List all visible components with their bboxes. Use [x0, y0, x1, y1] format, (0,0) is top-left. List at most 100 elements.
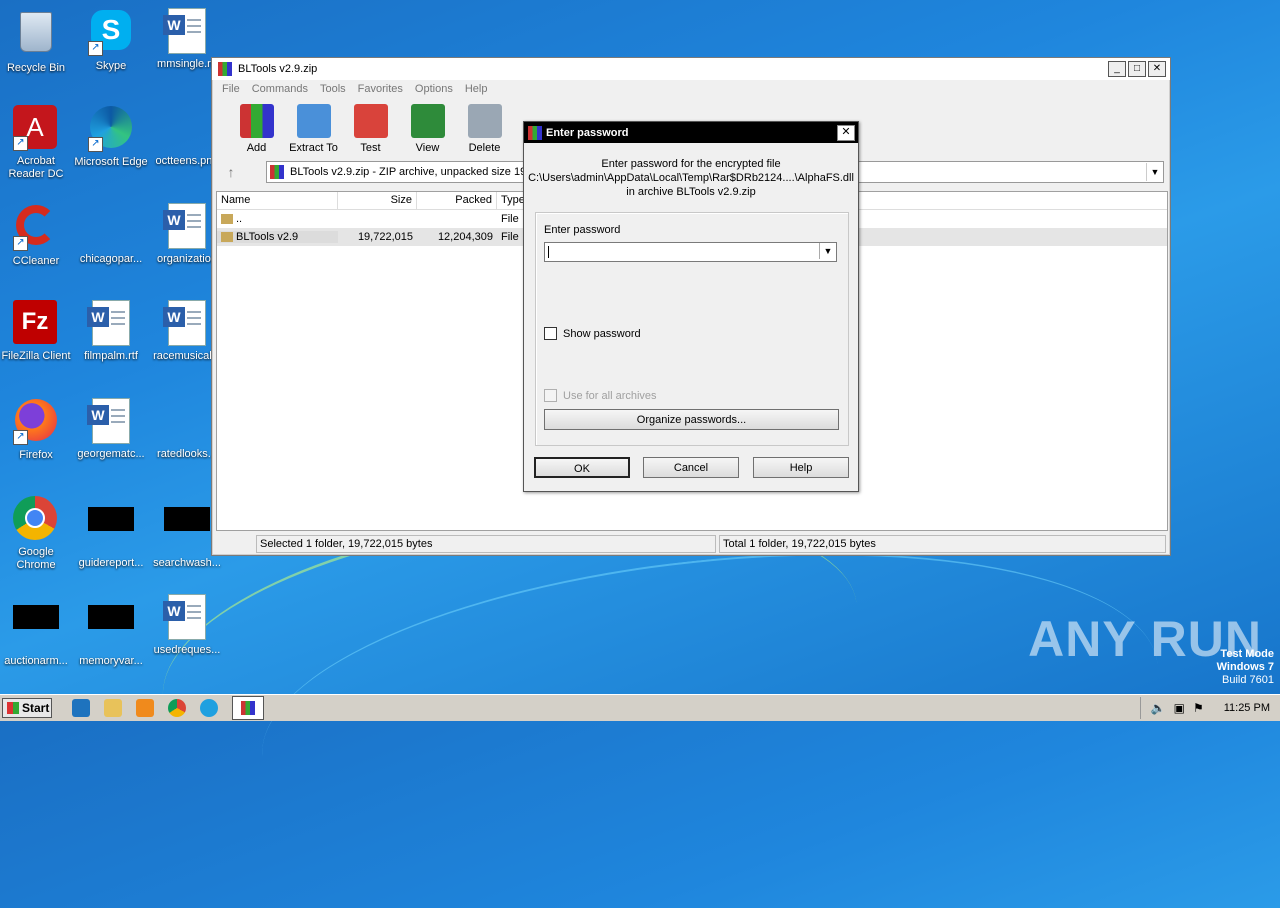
password-info: Enter password for the encrypted file C:…	[528, 158, 854, 198]
desktop-icon-memoryvar[interactable]: memoryvar...	[73, 594, 149, 668]
word-document-icon: W	[163, 203, 210, 249]
system-tray: 🔈 ▣ ⚑ 11:25 PM	[1139, 697, 1280, 719]
edge-icon: ↗	[88, 106, 134, 152]
password-input[interactable]: ▼	[544, 242, 837, 262]
up-arrow-icon[interactable]: ↑	[220, 164, 242, 180]
media-player-icon[interactable]	[136, 699, 154, 717]
edge-icon[interactable]	[200, 699, 218, 717]
enter-password-dialog: Enter password ✕ Enter password for the …	[523, 121, 859, 492]
help-button[interactable]: Help	[753, 457, 849, 478]
ok-button[interactable]: OK	[534, 457, 630, 478]
dialog-titlebar[interactable]: Enter password ✕	[524, 122, 858, 143]
delete-button[interactable]: Delete	[456, 104, 513, 158]
extract-to-button[interactable]: Extract To	[285, 104, 342, 158]
window-titlebar[interactable]: BLTools v2.9.zip _ □ ✕	[212, 58, 1170, 80]
desktop-icon-usedreques[interactable]: W usedreques...	[149, 594, 225, 657]
book-icon	[410, 104, 445, 138]
winrar-icon	[528, 125, 542, 140]
folder-icon	[221, 232, 233, 243]
desktop-icon-georgematc[interactable]: W georgematc...	[73, 398, 149, 461]
windows-logo-icon	[7, 702, 19, 714]
chevron-down-icon[interactable]: ▼	[1146, 163, 1163, 181]
desktop-icon-ccleaner[interactable]: ↗ CCleaner	[0, 203, 74, 268]
show-password-checkbox[interactable]: Show password	[544, 327, 641, 340]
menu-commands[interactable]: Commands	[252, 83, 308, 95]
window-title: BLTools v2.9.zip	[238, 63, 318, 75]
desktop-icon-filmpalm[interactable]: W filmpalm.rtf	[73, 300, 149, 363]
desktop-icon-guidereport[interactable]: guidereport...	[73, 496, 149, 570]
close-button[interactable]: ✕	[1148, 61, 1166, 77]
trash-icon	[467, 104, 502, 138]
winrar-icon	[241, 701, 255, 715]
start-button[interactable]: Start	[2, 698, 52, 718]
desktop-icon-chrome[interactable]: Google Chrome	[0, 496, 74, 572]
use-for-all-archives-checkbox: Use for all archives	[544, 389, 657, 402]
text-caret	[548, 246, 549, 258]
add-button[interactable]: Add	[228, 104, 285, 158]
chevron-down-icon[interactable]: ▼	[819, 243, 836, 259]
word-document-icon: W	[163, 594, 210, 640]
minimize-button[interactable]: _	[1108, 61, 1126, 77]
desktop-icon-chicagopar[interactable]: chicagopar...	[73, 203, 149, 266]
filezilla-icon: Fz	[13, 300, 59, 346]
file-icon	[164, 398, 210, 444]
desktop-icon-recycle-bin[interactable]: Recycle Bin	[0, 8, 74, 75]
file-icon	[88, 203, 134, 249]
file-icon	[164, 507, 210, 553]
menu-options[interactable]: Options	[415, 83, 453, 95]
desktop-icon-auctionarm[interactable]: auctionarm...	[0, 594, 74, 668]
network-icon[interactable]: ▣	[1174, 701, 1185, 715]
menu-tools[interactable]: Tools	[320, 83, 346, 95]
maximize-button[interactable]: □	[1128, 61, 1146, 77]
view-button[interactable]: View	[399, 104, 456, 158]
chrome-icon	[13, 496, 59, 542]
menu-favorites[interactable]: Favorites	[358, 83, 403, 95]
desktop-icon-edge[interactable]: ↗ Microsoft Edge	[73, 105, 149, 169]
clock[interactable]: 11:25 PM	[1224, 702, 1270, 714]
column-packed[interactable]: Packed	[417, 192, 497, 209]
file-icon	[13, 605, 59, 651]
status-selected: Selected 1 folder, 19,722,015 bytes	[256, 535, 716, 553]
desktop-icon-filezilla[interactable]: Fz FileZilla Client	[0, 300, 74, 363]
dialog-close-button[interactable]: ✕	[837, 124, 855, 141]
cancel-button[interactable]: Cancel	[643, 457, 739, 478]
test-mode-notice: Test Mode Windows 7 Build 7601	[1216, 648, 1274, 686]
add-archive-icon	[239, 104, 274, 138]
recycle-bin-icon	[13, 12, 59, 58]
test-button[interactable]: Test	[342, 104, 399, 158]
organize-passwords-button[interactable]: Organize passwords...	[544, 409, 839, 430]
clipboard-check-icon	[353, 104, 388, 138]
acrobat-icon: A ↗	[13, 105, 59, 151]
desktop-icon-skype[interactable]: S ↗ Skype	[73, 8, 149, 73]
menu-file[interactable]: File	[222, 83, 240, 95]
column-size[interactable]: Size	[338, 192, 417, 209]
password-group: Enter password ▼ Show password Use for a…	[535, 212, 849, 446]
skype-icon: S ↗	[88, 10, 134, 56]
flag-icon[interactable]: ⚑	[1193, 701, 1204, 715]
word-document-icon: W	[163, 300, 210, 346]
winrar-icon	[218, 62, 232, 76]
status-total: Total 1 folder, 19,722,015 bytes	[719, 535, 1166, 553]
desktop-icon-firefox[interactable]: ↗ Firefox	[0, 398, 74, 462]
password-label: Enter password	[544, 224, 621, 236]
taskbar-winrar-button[interactable]	[232, 696, 264, 720]
menu-help[interactable]: Help	[465, 83, 488, 95]
file-icon	[88, 507, 134, 553]
menu-bar: File Commands Tools Favorites Options He…	[212, 80, 1170, 98]
word-document-icon: W	[163, 8, 210, 54]
chrome-icon[interactable]	[168, 699, 186, 717]
folder-icon	[296, 104, 331, 138]
taskbar: Start 🔈 ▣ ⚑ 11:25 PM	[0, 694, 1280, 721]
file-explorer-icon[interactable]	[104, 699, 122, 717]
speaker-icon[interactable]: 🔈	[1151, 701, 1166, 715]
dialog-title: Enter password	[546, 126, 629, 139]
internet-explorer-icon[interactable]	[72, 699, 90, 717]
file-icon	[88, 605, 134, 651]
column-name[interactable]: Name	[217, 192, 338, 209]
desktop-icon-acrobat[interactable]: A ↗ Acrobat Reader DC	[0, 105, 74, 181]
status-bar: Selected 1 folder, 19,722,015 bytes Tota…	[216, 535, 1166, 553]
firefox-icon: ↗	[13, 399, 59, 445]
word-document-icon: W	[87, 398, 134, 444]
folder-icon	[221, 214, 233, 225]
word-document-icon: W	[87, 300, 134, 346]
